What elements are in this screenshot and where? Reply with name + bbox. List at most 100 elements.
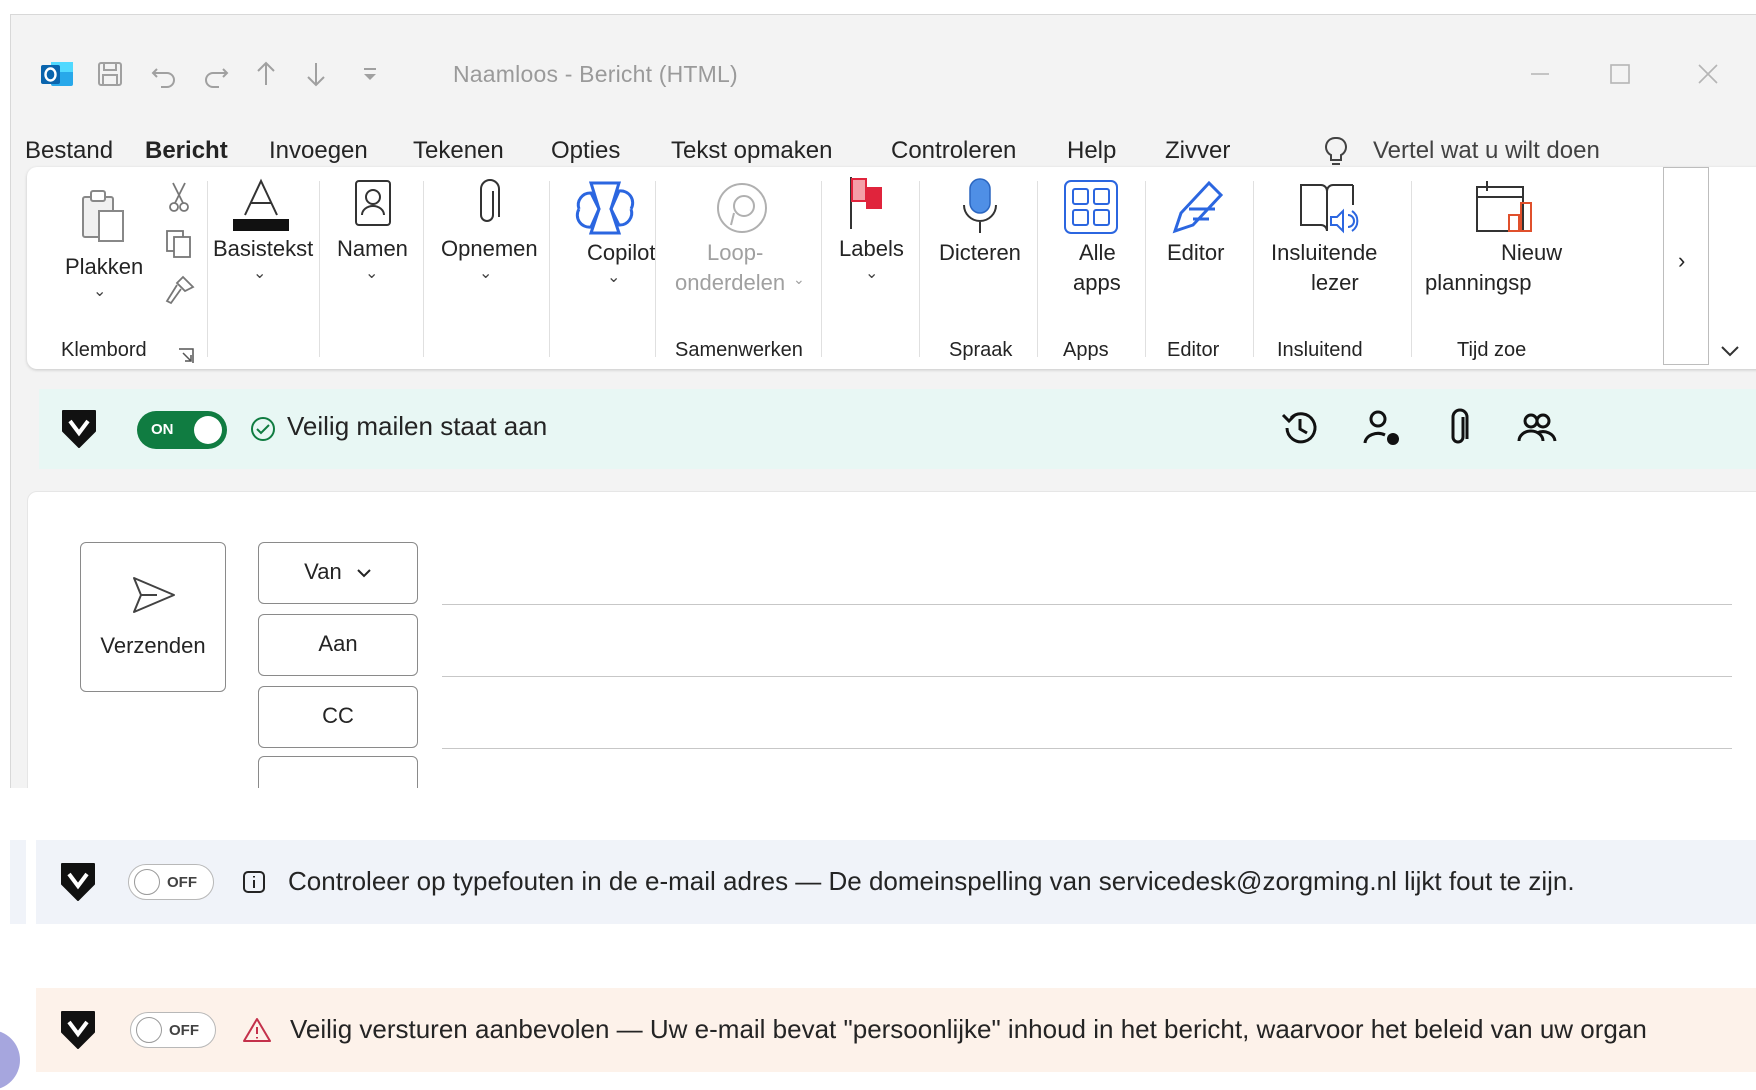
editor-pen-icon[interactable]: [1165, 177, 1229, 235]
arrow-down-icon[interactable]: [301, 59, 331, 89]
group-insluitend: Insluitend: [1277, 339, 1363, 361]
paste-button[interactable]: Plakken: [65, 251, 143, 283]
basic-text-dropdown-icon[interactable]: ⌄: [253, 263, 266, 283]
ribbon: Plakken ⌄ Klembord Basistekst ⌄ Namen ⌄ …: [27, 167, 1756, 369]
copilot-dropdown-icon[interactable]: ⌄: [607, 267, 620, 287]
redo-icon[interactable]: [201, 59, 231, 89]
send-button[interactable]: Verzenden: [80, 542, 226, 692]
secure-mail-toggle[interactable]: ON: [137, 411, 227, 449]
immersive-reader-button[interactable]: lezer: [1311, 267, 1359, 299]
include-dropdown-icon[interactable]: ⌄: [479, 263, 492, 283]
include-button[interactable]: Opnemen: [441, 233, 538, 265]
to-button[interactable]: Aan: [258, 614, 418, 676]
lightbulb-icon[interactable]: [1323, 135, 1349, 169]
copilot-button[interactable]: Copilot: [587, 237, 655, 269]
dictate-button[interactable]: Dicteren: [939, 237, 1021, 269]
cc-field[interactable]: [442, 748, 1732, 749]
ribbon-collapse-icon[interactable]: [1719, 343, 1741, 359]
group-tijd-zoeken: Tijd zoe: [1457, 339, 1527, 361]
recipients-icon[interactable]: [1515, 407, 1557, 449]
immersive-reader-icon[interactable]: [1297, 179, 1361, 235]
menu-controleren[interactable]: Controleren: [891, 137, 1016, 165]
loop-components-button[interactable]: onderdelen: [675, 267, 785, 299]
chevron-right-icon: ›: [1678, 248, 1686, 273]
bcc-button[interactable]: [258, 756, 418, 788]
copy-icon[interactable]: [165, 229, 193, 259]
group-editor: Editor: [1167, 339, 1220, 361]
all-apps-button[interactable]: apps: [1073, 267, 1121, 299]
info-icon: [243, 871, 265, 893]
cut-icon[interactable]: [167, 181, 191, 213]
names-dropdown-icon[interactable]: ⌄: [365, 263, 378, 283]
arrow-up-icon[interactable]: [251, 59, 281, 89]
menu-bestand[interactable]: Bestand: [25, 137, 113, 165]
microphone-icon[interactable]: [961, 177, 999, 235]
scheduling-poll-label-1[interactable]: Nieuw: [1501, 237, 1562, 269]
group-samenwerken: Samenwerken: [675, 339, 803, 361]
font-color-icon[interactable]: [231, 177, 291, 231]
save-icon[interactable]: [95, 59, 125, 89]
secure-send-warning-text: Veilig versturen aanbevolen — Uw e-mail …: [290, 1014, 1647, 1044]
decorative-corner: [0, 1030, 20, 1090]
from-field[interactable]: [442, 604, 1732, 605]
copilot-icon[interactable]: [571, 179, 639, 237]
ribbon-scroll-right-button[interactable]: ›: [1663, 167, 1709, 365]
menu-tekst-opmaken[interactable]: Tekst opmaken: [671, 137, 832, 165]
send-icon: [133, 577, 175, 613]
menu-opties[interactable]: Opties: [551, 137, 620, 165]
from-button[interactable]: Van: [258, 542, 418, 604]
recipient-verify-icon[interactable]: [1361, 407, 1403, 449]
menu-zivver[interactable]: Zivver: [1165, 137, 1230, 165]
loop-icon[interactable]: [713, 179, 771, 237]
close-icon[interactable]: [1691, 57, 1725, 91]
minimize-icon[interactable]: [1523, 57, 1557, 91]
toggle-knob: [194, 416, 222, 444]
all-apps-label-1[interactable]: Alle: [1079, 237, 1116, 269]
compose-area: Verzenden Van Aan CC: [27, 491, 1756, 788]
check-circle-icon: [251, 417, 275, 441]
secure-send-toggle[interactable]: OFF: [130, 1012, 216, 1048]
paste-icon[interactable]: [77, 187, 127, 243]
paperclip-icon[interactable]: [473, 179, 503, 229]
dialog-launcher-icon[interactable]: [177, 347, 195, 365]
title-bar: Naamloos - Bericht (HTML): [11, 15, 1756, 107]
menu-help[interactable]: Help: [1067, 137, 1116, 165]
menu-invoegen[interactable]: Invoegen: [269, 137, 368, 165]
names-button[interactable]: Namen: [337, 233, 408, 265]
attachment-icon[interactable]: [1439, 407, 1481, 449]
chevron-down-icon: [357, 569, 371, 578]
format-painter-icon[interactable]: [163, 275, 195, 305]
cc-button[interactable]: CC: [258, 686, 418, 748]
immersive-reader-label-1[interactable]: Insluitende: [1271, 237, 1377, 269]
scheduling-poll-icon[interactable]: [1473, 179, 1533, 235]
typo-check-toggle[interactable]: OFF: [128, 864, 214, 900]
from-label: Van: [304, 559, 342, 584]
paste-dropdown-icon[interactable]: ⌄: [93, 281, 106, 301]
toggle-knob: [136, 1017, 162, 1043]
loop-dropdown-icon[interactable]: ⌄: [793, 271, 805, 288]
outlook-logo-icon: [41, 62, 73, 86]
history-icon[interactable]: [1279, 407, 1321, 449]
banner-edge: [10, 840, 26, 924]
flag-icon[interactable]: [847, 175, 887, 229]
tell-me-search[interactable]: Vertel wat u wilt doen: [1373, 137, 1600, 165]
scheduling-poll-button[interactable]: planningsp: [1425, 267, 1531, 299]
menu-tekenen[interactable]: Tekenen: [413, 137, 504, 165]
all-apps-icon[interactable]: [1063, 179, 1119, 235]
group-spraak: Spraak: [949, 339, 1013, 361]
typo-warning-banner: OFF Controleer op typefouten in de e-mai…: [36, 840, 1756, 924]
menu-bericht[interactable]: Bericht: [145, 137, 228, 165]
address-book-icon[interactable]: [353, 179, 393, 227]
undo-icon[interactable]: [149, 59, 179, 89]
labels-button[interactable]: Labels: [839, 233, 904, 265]
warning-triangle-icon: [243, 1018, 271, 1042]
maximize-icon[interactable]: [1603, 57, 1637, 91]
labels-dropdown-icon[interactable]: ⌄: [865, 263, 878, 283]
secure-mail-banner: ON Veilig mailen staat aan: [39, 389, 1756, 469]
to-field[interactable]: [442, 676, 1732, 677]
secure-send-recommendation-banner: OFF Veilig versturen aanbevolen — Uw e-m…: [36, 988, 1756, 1072]
zivver-logo-icon: [61, 863, 95, 901]
customize-toolbar-icon[interactable]: [355, 59, 385, 89]
editor-button[interactable]: Editor: [1167, 237, 1224, 269]
basic-text-button[interactable]: Basistekst: [213, 233, 313, 265]
